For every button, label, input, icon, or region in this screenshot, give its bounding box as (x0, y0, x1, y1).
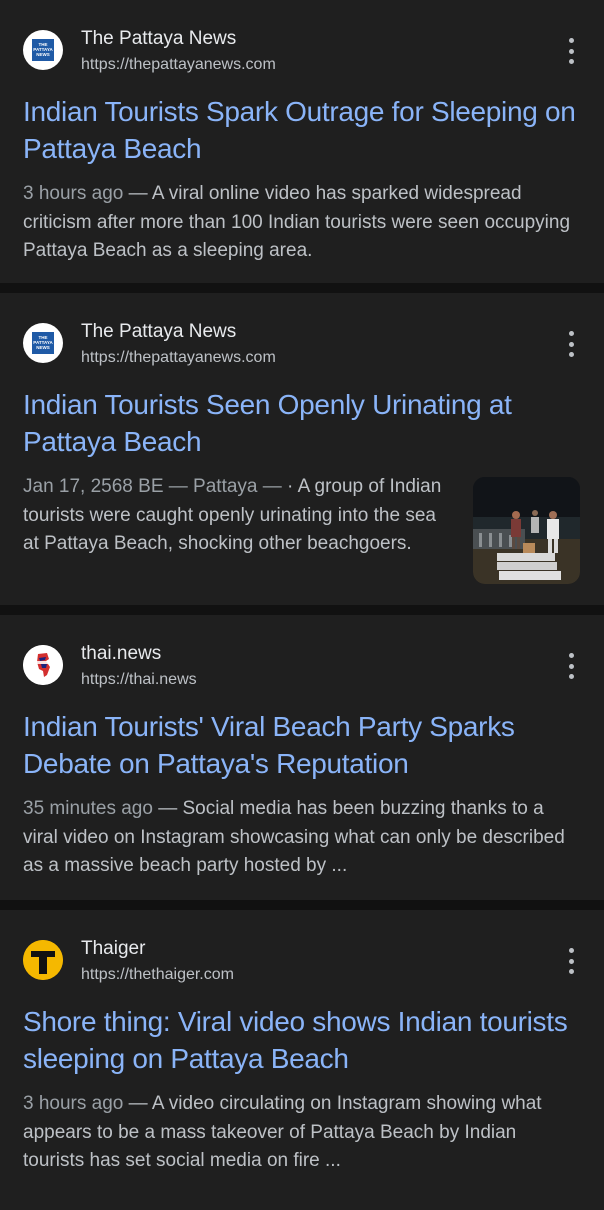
source-row[interactable]: THE PATTAYA NEWS The Pattaya News https:… (23, 28, 580, 73)
thaiger-logo-graphic (23, 940, 63, 980)
result-headline-link[interactable]: Indian Tourists Seen Openly Urinating at… (23, 386, 580, 460)
result-date: 3 hours ago (23, 183, 124, 204)
thai-news-logo-icon (23, 645, 63, 685)
night-beach-photo-thumbnail[interactable] (473, 477, 580, 584)
result-headline-link[interactable]: Indian Tourists Spark Outrage for Sleepi… (23, 93, 580, 167)
source-url: https://thepattayanews.com (81, 56, 276, 73)
result-card[interactable]: THE PATTAYA NEWS The Pattaya News https:… (0, 293, 604, 605)
thaiger-logo-icon (23, 940, 63, 980)
result-snippet: 3 hours ago — A viral online video has s… (23, 180, 580, 266)
source-url: https://thepattayanews.com (81, 349, 276, 366)
source-url: https://thethaiger.com (81, 966, 234, 983)
result-date: Jan 17, 2568 BE — Pattaya — (23, 476, 282, 497)
result-card[interactable]: Thaiger https://thethaiger.com Shore thi… (0, 910, 604, 1210)
the-pattaya-news-logo-icon: THE PATTAYA NEWS (23, 30, 63, 70)
result-card[interactable]: THE PATTAYA NEWS The Pattaya News https:… (0, 0, 604, 283)
source-url: https://thai.news (81, 671, 197, 688)
logo-text: THE PATTAYA NEWS (33, 335, 53, 350)
thumbnail-image (473, 477, 580, 584)
snippet-separator: — (123, 1093, 152, 1114)
more-options-icon[interactable] (562, 331, 580, 357)
logo-text: THE PATTAYA NEWS (33, 42, 53, 57)
source-row[interactable]: THE PATTAYA NEWS The Pattaya News https:… (23, 321, 580, 366)
snippet-separator: — (152, 798, 183, 819)
result-snippet: 35 minutes ago — Social media has been b… (23, 795, 580, 881)
result-snippet: Jan 17, 2568 BE — Pattaya — · A group of… (23, 473, 449, 559)
the-pattaya-news-logo-icon: THE PATTAYA NEWS (23, 323, 63, 363)
result-card[interactable]: thai.news https://thai.news Indian Touri… (0, 615, 604, 900)
favicon-logo-mark: THE PATTAYA NEWS (32, 332, 54, 354)
source-row[interactable]: Thaiger https://thethaiger.com (23, 938, 580, 983)
more-options-icon[interactable] (562, 948, 580, 974)
source-name: The Pattaya News (81, 321, 237, 342)
source-name: The Pattaya News (81, 28, 237, 49)
result-headline-link[interactable]: Indian Tourists' Viral Beach Party Spark… (23, 708, 580, 782)
source-row[interactable]: thai.news https://thai.news (23, 643, 580, 688)
result-date: 35 minutes ago (23, 798, 153, 819)
search-results-feed: THE PATTAYA NEWS The Pattaya News https:… (0, 0, 604, 1210)
source-name: Thaiger (81, 938, 146, 959)
more-options-icon[interactable] (562, 38, 580, 64)
result-headline-link[interactable]: Shore thing: Viral video shows Indian to… (23, 1003, 580, 1077)
result-snippet: 3 hours ago — A video circulating on Ins… (23, 1090, 580, 1176)
source-name: thai.news (81, 643, 162, 664)
thai-news-logo-graphic (23, 645, 63, 685)
snippet-separator: — (123, 183, 152, 204)
result-date: 3 hours ago (23, 1093, 124, 1114)
favicon-logo-mark: THE PATTAYA NEWS (32, 39, 54, 61)
more-options-icon[interactable] (562, 653, 580, 679)
